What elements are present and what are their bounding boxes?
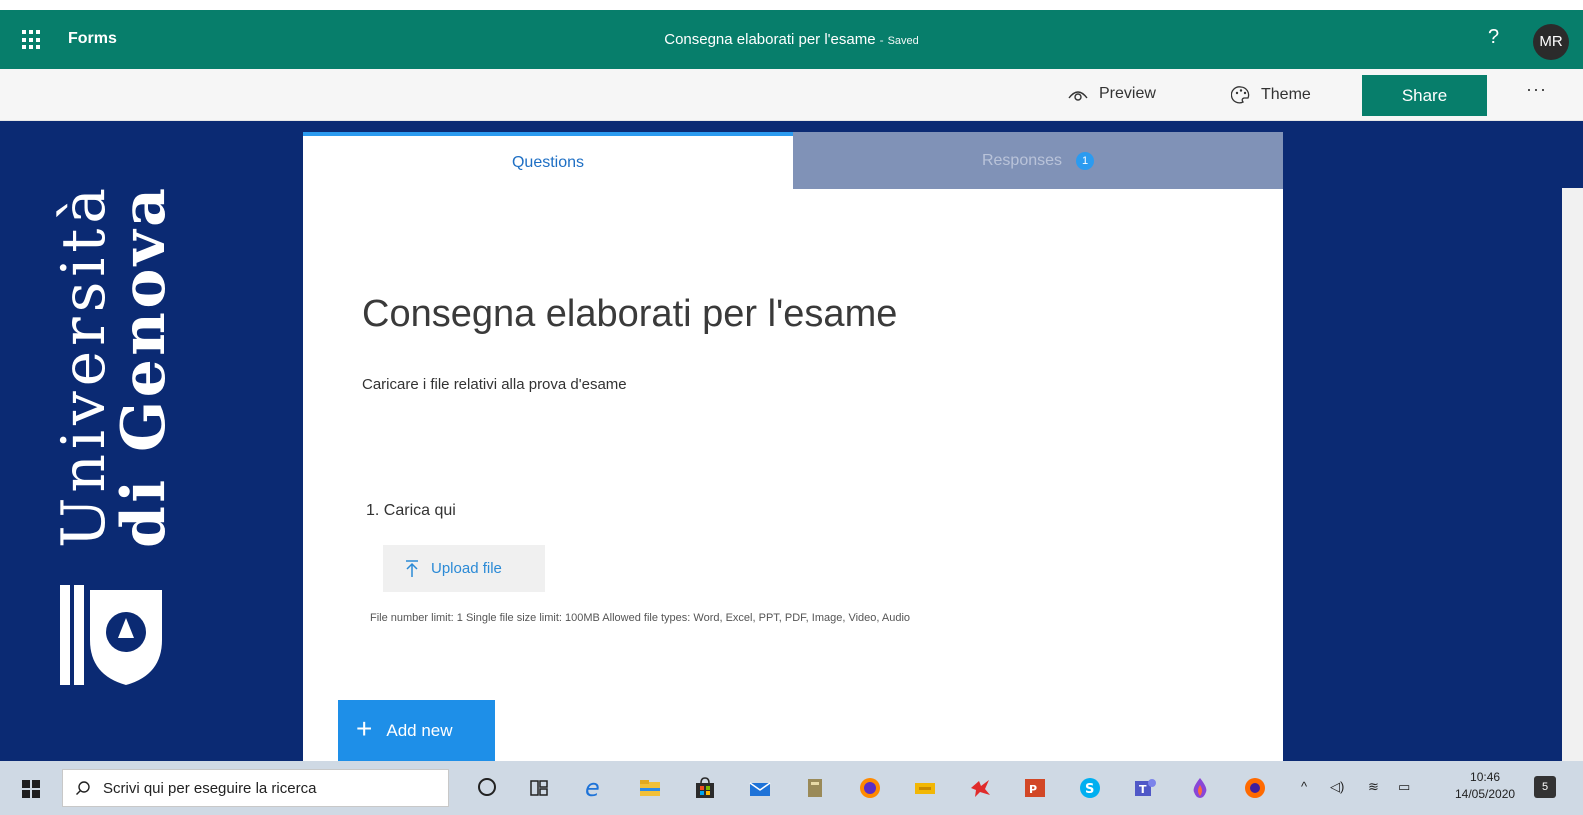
form-description[interactable]: Caricare i file relativi alla prova d'es…: [362, 376, 627, 393]
wifi-icon[interactable]: ≋: [1368, 779, 1379, 795]
windows-start-icon[interactable]: [22, 780, 40, 798]
theme-label: Theme: [1261, 86, 1311, 103]
brand-line-2: di Genova: [109, 188, 172, 548]
theme-button[interactable]: Theme: [1231, 85, 1311, 105]
notifications-icon[interactable]: 5: [1534, 776, 1556, 798]
cortana-icon[interactable]: [478, 778, 496, 796]
tab-responses[interactable]: Responses 1: [793, 132, 1283, 189]
firefox-icon[interactable]: [857, 775, 883, 801]
app-header: Forms Consegna elaborati per l'esame - Sav…: [0, 10, 1583, 69]
teams-icon[interactable]: T: [1132, 775, 1158, 801]
clock-time: 10:46: [1470, 770, 1501, 784]
university-logo: Università di Genova: [49, 170, 179, 690]
form-tabs: Questions Responses 1: [303, 132, 1283, 189]
search-placeholder: Scrivi qui per eseguire la ricerca: [103, 779, 317, 797]
taskbar-search-input[interactable]: Scrivi qui per eseguire la ricerca: [62, 769, 449, 807]
upload-limits-text: File number limit: 1 Single file size li…: [370, 612, 911, 624]
eye-icon: [1068, 91, 1088, 101]
question-label[interactable]: 1. Carica qui: [366, 502, 456, 520]
taskbar-clock[interactable]: 10:46 14/05/2020: [1455, 769, 1515, 803]
tray-chevron-icon[interactable]: ^: [1301, 779, 1307, 794]
mail-icon[interactable]: [747, 775, 773, 801]
svg-text:e: e: [585, 775, 600, 801]
windows-taskbar: Scrivi qui per eseguire la ricerca e P S…: [0, 761, 1583, 815]
form-title[interactable]: Consegna elaborati per l'esame: [362, 293, 897, 336]
command-bar: Preview Theme Share ···: [0, 69, 1583, 121]
skype-icon[interactable]: S: [1077, 775, 1103, 801]
svg-text:P: P: [1029, 783, 1037, 796]
add-new-label: Add new: [386, 720, 453, 740]
document-title-text: Consegna elaborati per l'esame: [664, 31, 876, 48]
file-explorer-icon[interactable]: [637, 775, 663, 801]
crest-icon: [60, 585, 162, 685]
responses-count-badge: 1: [1076, 151, 1095, 170]
upload-file-label: Upload file: [431, 560, 502, 577]
task-view-icon[interactable]: [526, 775, 552, 801]
avatar[interactable]: MR: [1533, 24, 1569, 60]
tab-responses-label: Responses: [981, 152, 1063, 169]
preview-button[interactable]: Preview: [1067, 85, 1156, 103]
clock-date: 14/05/2020: [1455, 787, 1516, 801]
paint-drop-icon[interactable]: [1187, 775, 1213, 801]
lizard-icon[interactable]: [967, 775, 993, 801]
tab-questions[interactable]: Questions: [303, 132, 793, 189]
ticket-icon[interactable]: [912, 775, 938, 801]
top-strip: [0, 0, 1583, 10]
svg-text:S: S: [1085, 782, 1094, 797]
archive-icon[interactable]: [802, 775, 828, 801]
store-icon[interactable]: [692, 775, 718, 801]
preview-label: Preview: [1099, 85, 1156, 102]
add-new-button[interactable]: + Add new: [338, 700, 495, 761]
firefox-alt-icon[interactable]: [1242, 775, 1268, 801]
battery-icon[interactable]: ▭: [1398, 779, 1410, 795]
edge-icon[interactable]: e: [582, 775, 608, 801]
powerpoint-icon[interactable]: P: [1022, 775, 1048, 801]
plus-icon: +: [356, 713, 373, 744]
help-icon[interactable]: ?: [1488, 26, 1499, 49]
title-separator: -: [879, 33, 884, 47]
upload-file-button[interactable]: Upload file: [383, 545, 545, 592]
save-status: Saved: [887, 35, 919, 47]
more-options-button[interactable]: ···: [1526, 79, 1547, 100]
svg-text:T: T: [1139, 783, 1147, 796]
volume-icon[interactable]: ◁): [1330, 779, 1344, 795]
upload-icon: [406, 559, 418, 577]
palette-icon: [1231, 86, 1250, 104]
search-icon: [76, 781, 90, 795]
form-card: Consegna elaborati per l'esame Caricare …: [303, 189, 1283, 761]
scrollbar[interactable]: [1562, 188, 1583, 761]
document-title: Consegna elaborati per l'esame - Saved: [0, 31, 1583, 48]
share-button[interactable]: Share: [1362, 75, 1487, 116]
